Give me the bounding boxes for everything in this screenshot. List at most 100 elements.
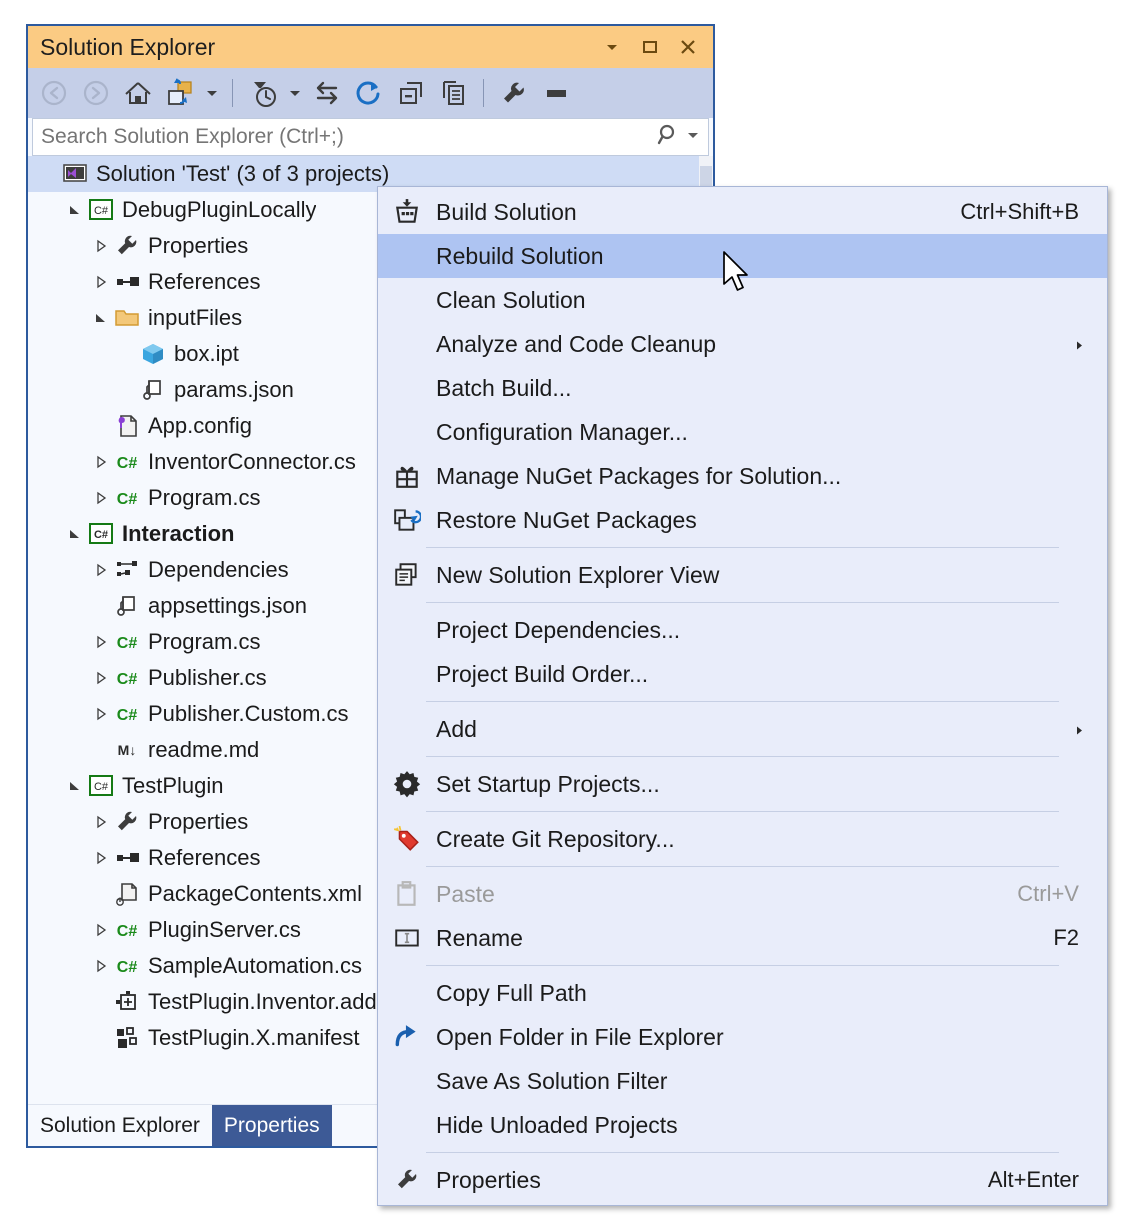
tree-item-label: References	[148, 845, 261, 870]
svg-text:C#: C#	[94, 529, 108, 541]
csharp-file-icon: C#	[112, 917, 142, 943]
expander-expanded-icon[interactable]	[64, 523, 86, 545]
twisty-placeholder	[90, 739, 112, 761]
wrench-icon	[112, 809, 142, 835]
search-box[interactable]	[32, 118, 709, 156]
menu-item[interactable]: Build Solution Ctrl+Shift+B	[378, 190, 1107, 234]
menu-item[interactable]: Open Folder in File Explorer	[378, 1015, 1107, 1059]
menu-separator	[426, 547, 1059, 548]
menu-item[interactable]: Copy Full Path	[378, 971, 1107, 1015]
menu-item[interactable]: Properties Alt+Enter	[378, 1158, 1107, 1202]
expander-collapsed-icon[interactable]	[90, 271, 112, 293]
menu-item[interactable]: Rename F2	[378, 916, 1107, 960]
expander-expanded-icon[interactable]	[90, 307, 112, 329]
expander-collapsed-icon[interactable]	[90, 631, 112, 653]
sync-with-active-document-icon[interactable]	[160, 73, 200, 113]
tree-item-label: PluginServer.cs	[148, 917, 301, 942]
expander-collapsed-icon[interactable]	[90, 559, 112, 581]
menu-item-shortcut: Alt+Enter	[987, 1167, 1079, 1192]
rename-icon	[378, 924, 436, 952]
menu-item[interactable]: Rebuild Solution	[378, 234, 1107, 278]
expander-collapsed-icon[interactable]	[90, 235, 112, 257]
menu-item[interactable]: Save As Solution Filter	[378, 1059, 1107, 1103]
menu-separator	[426, 756, 1059, 757]
search-dropdown-icon[interactable]	[686, 128, 700, 147]
menu-item-shortcut: F2	[1053, 925, 1079, 950]
home-icon[interactable]	[118, 73, 158, 113]
menu-item-label: New Solution Explorer View	[436, 561, 720, 588]
menu-item-label: Restore NuGet Packages	[436, 506, 697, 533]
twisty-placeholder	[90, 883, 112, 905]
folder-open-icon	[112, 305, 142, 331]
menu-item-label: Rebuild Solution	[436, 242, 604, 269]
csharp-project-icon: C#	[86, 773, 116, 799]
expander-collapsed-icon[interactable]	[90, 955, 112, 977]
twisty-placeholder	[90, 991, 112, 1013]
forward-icon[interactable]	[76, 73, 116, 113]
sync-views-icon[interactable]	[307, 73, 347, 113]
collapse-all-icon[interactable]	[391, 73, 431, 113]
preview-selected-items-icon[interactable]	[536, 73, 576, 113]
menu-item-label: Project Dependencies...	[436, 616, 681, 643]
search-icon[interactable]	[656, 122, 682, 153]
twisty-placeholder	[90, 415, 112, 437]
menu-item[interactable]: Set Startup Projects...	[378, 762, 1107, 806]
close-icon[interactable]	[677, 36, 699, 58]
window-title-bar: Solution Explorer	[28, 26, 713, 68]
pending-changes-filter-icon[interactable]	[243, 73, 283, 113]
show-all-files-icon[interactable]	[433, 73, 473, 113]
menu-item[interactable]: Configuration Manager...	[378, 410, 1107, 454]
gear-icon	[378, 770, 436, 798]
expander-collapsed-icon[interactable]	[90, 667, 112, 689]
chevron-down-icon[interactable]	[601, 36, 623, 58]
tree-item-label: Publisher.Custom.cs	[148, 701, 349, 726]
menu-item[interactable]: Clean Solution	[378, 278, 1107, 322]
menu-item[interactable]: Create Git Repository...	[378, 817, 1107, 861]
expander-collapsed-icon[interactable]	[90, 811, 112, 833]
new-solution-view-icon	[378, 561, 436, 589]
search-input[interactable]	[33, 124, 656, 150]
refresh-icon[interactable]	[349, 73, 389, 113]
expander-collapsed-icon[interactable]	[90, 703, 112, 725]
expander-collapsed-icon[interactable]	[90, 847, 112, 869]
filter-dropdown-icon[interactable]	[285, 73, 305, 113]
expander-expanded-icon[interactable]	[64, 199, 86, 221]
menu-item-label: Project Build Order...	[436, 660, 649, 687]
svg-text:C#: C#	[117, 707, 138, 724]
menu-item-label: Add	[436, 715, 477, 742]
expander-collapsed-icon[interactable]	[90, 451, 112, 473]
sync-dropdown-icon[interactable]	[202, 73, 222, 113]
properties-icon[interactable]	[494, 73, 534, 113]
menu-item[interactable]: Hide Unloaded Projects	[378, 1103, 1107, 1147]
menu-item[interactable]: Batch Build...	[378, 366, 1107, 410]
references-icon	[112, 845, 142, 871]
restore-nuget-icon	[378, 506, 436, 534]
tree-item-label: Properties	[148, 233, 249, 258]
menu-item[interactable]: Project Dependencies...	[378, 608, 1107, 652]
page-title: Solution Explorer	[40, 33, 216, 60]
menu-item[interactable]: Manage NuGet Packages for Solution...	[378, 454, 1107, 498]
menu-item[interactable]: Analyze and Code Cleanup	[378, 322, 1107, 366]
expander-collapsed-icon[interactable]	[90, 919, 112, 941]
menu-item-label: Manage NuGet Packages for Solution...	[436, 462, 842, 489]
menu-item[interactable]: Add	[378, 707, 1107, 751]
tree-item-label: box.ipt	[174, 341, 239, 366]
menu-item-label: Save As Solution Filter	[436, 1067, 668, 1094]
menu-item[interactable]: New Solution Explorer View	[378, 553, 1107, 597]
expander-expanded-icon[interactable]	[64, 775, 86, 797]
csharp-file-icon: C#	[112, 449, 142, 475]
markdown-file-icon: M↓	[112, 737, 142, 763]
tree-item-label: InventorConnector.cs	[148, 449, 356, 474]
menu-separator	[426, 811, 1059, 812]
tab-properties[interactable]: Properties	[211, 1105, 332, 1146]
maximize-icon[interactable]	[639, 36, 661, 58]
context-menu[interactable]: Build Solution Ctrl+Shift+B Rebuild Soluti…	[377, 186, 1108, 1206]
tab-solution-explorer[interactable]: Solution Explorer	[28, 1105, 212, 1146]
expander-collapsed-icon[interactable]	[90, 487, 112, 509]
wrench-icon	[378, 1167, 436, 1193]
tree-item-label: Publisher.cs	[148, 665, 267, 690]
submenu-arrow-icon	[1073, 716, 1085, 743]
menu-item[interactable]: Restore NuGet Packages	[378, 498, 1107, 542]
back-icon[interactable]	[34, 73, 74, 113]
menu-item[interactable]: Project Build Order...	[378, 652, 1107, 696]
